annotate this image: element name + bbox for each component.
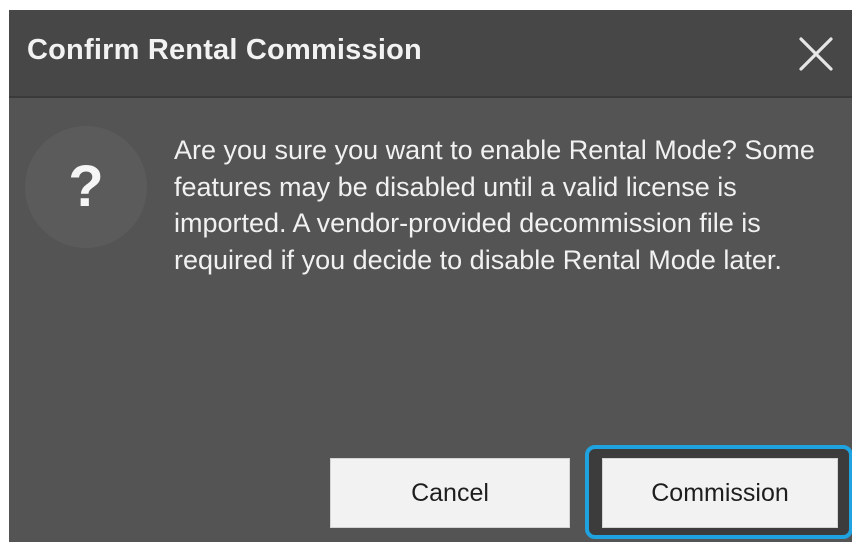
question-mark-glyph: ? <box>68 154 104 219</box>
question-mark-icon: ? <box>25 126 147 248</box>
close-icon <box>799 37 833 71</box>
cancel-button[interactable]: Cancel <box>330 458 570 528</box>
confirm-rental-commission-dialog: Confirm Rental Commission ? Are you sure… <box>9 10 852 542</box>
dialog-titlebar: Confirm Rental Commission <box>9 10 852 98</box>
commission-button[interactable]: Commission <box>602 458 838 528</box>
dialog-title: Confirm Rental Commission <box>27 34 422 66</box>
close-button[interactable] <box>796 34 836 74</box>
dialog-message: Are you sure you want to enable Rental M… <box>174 135 815 275</box>
